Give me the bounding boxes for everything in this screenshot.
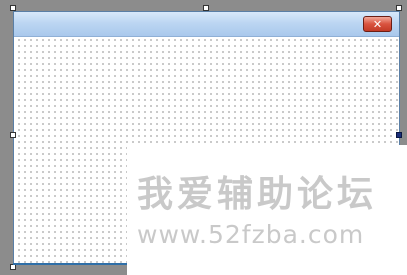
watermark-text-url: www.52fzba.com bbox=[137, 220, 365, 249]
resize-grip-top-right[interactable] bbox=[396, 5, 402, 11]
resize-grip-top[interactable] bbox=[203, 5, 209, 11]
form-bottom-border bbox=[13, 263, 127, 265]
resize-grip-left[interactable] bbox=[10, 132, 16, 138]
resize-grip-top-left[interactable] bbox=[10, 5, 16, 11]
title-bar[interactable]: ✕ bbox=[14, 12, 399, 37]
resize-grip-right[interactable] bbox=[396, 132, 402, 138]
designer-surface: ✕ 我爱辅助论坛 www.52fzba.com bbox=[0, 0, 407, 275]
close-button[interactable]: ✕ bbox=[363, 16, 392, 32]
watermark-text-cn: 我爱辅助论坛 bbox=[137, 174, 378, 215]
watermark-overlay: 我爱辅助论坛 www.52fzba.com bbox=[127, 145, 407, 275]
close-icon: ✕ bbox=[372, 17, 383, 31]
